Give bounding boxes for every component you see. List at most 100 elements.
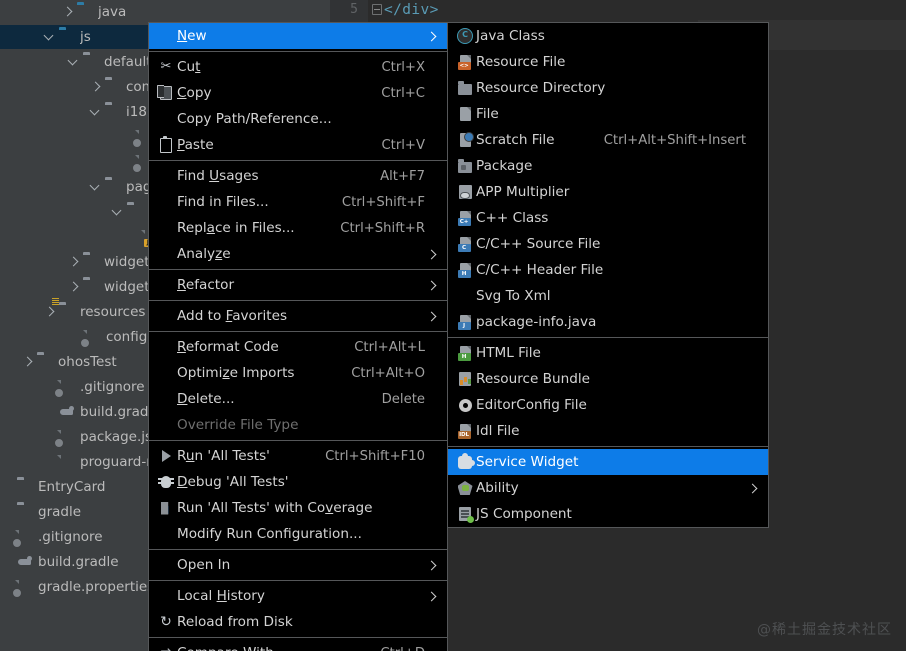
menu-item-label: Find Usages: [177, 168, 366, 184]
paste-icon: [155, 138, 177, 153]
menu-item-shortcut: Ctrl+Alt+Shift+Insert: [604, 133, 746, 148]
menu-item-find-in-files[interactable]: Find in Files...Ctrl+Shift+F: [149, 189, 447, 215]
folder-icon: [77, 4, 93, 20]
menu-item-svg-to-xml[interactable]: Svg To Xml: [448, 283, 768, 309]
menu-item-package-info-java[interactable]: Jpackage-info.java: [448, 309, 768, 335]
menu-item-editorconfig-file[interactable]: EditorConfig File: [448, 392, 768, 418]
tree-no-twisty: [2, 556, 14, 568]
menu-item-label: Optimize Imports: [177, 365, 337, 381]
menu-item-run-all-tests[interactable]: Run 'All Tests'Ctrl+Shift+F10: [149, 443, 447, 469]
menu-item-find-usages[interactable]: Find Usages Alt+F7: [149, 163, 447, 189]
copy-icon: [155, 86, 177, 100]
menu-item-add-to-favorites[interactable]: Add to Favorites: [149, 303, 447, 329]
menu-separator: [149, 549, 447, 550]
tree-row-label: default: [104, 54, 152, 70]
js-component-icon: [454, 507, 476, 521]
menu-item-resource-file[interactable]: <>Resource File: [448, 49, 768, 75]
menu-item-shortcut: Alt+F7: [380, 169, 425, 184]
menu-item-c-c-header-file[interactable]: HC/C++ Header File: [448, 257, 768, 283]
menu-item-label: Reload from Disk: [177, 614, 437, 630]
menu-item-cut[interactable]: ✂CutCtrl+X: [149, 54, 447, 80]
chevron-down-icon[interactable]: [44, 31, 56, 43]
chevron-right-icon: [428, 312, 437, 321]
menu-item-debug-all-tests[interactable]: Debug 'All Tests': [149, 469, 447, 495]
menu-item-service-widget[interactable]: Service Widget: [448, 449, 768, 475]
tree-row[interactable]: java: [0, 0, 330, 24]
run-icon: [155, 450, 177, 462]
menu-item-copy-path-reference[interactable]: Copy Path/Reference...: [149, 106, 447, 132]
menu-item-new[interactable]: New: [149, 23, 447, 49]
chevron-right-icon: [428, 592, 437, 601]
menu-item-replace-in-files[interactable]: Replace in Files...Ctrl+Shift+R: [149, 215, 447, 241]
menu-item-open-in[interactable]: Open In: [149, 552, 447, 578]
menu-item-label: Scratch File: [476, 132, 590, 148]
menu-item-ability[interactable]: Ability: [448, 475, 768, 501]
menu-item-shortcut: Ctrl+D: [380, 646, 425, 651]
chevron-right-icon[interactable]: [62, 6, 74, 18]
menu-item-js-component[interactable]: JS Component: [448, 501, 768, 527]
menu-item-app-multiplier[interactable]: APP Multiplier: [448, 179, 768, 205]
menu-item-paste[interactable]: PasteCtrl+V: [149, 132, 447, 158]
menu-item-file[interactable]: File: [448, 101, 768, 127]
tree-no-twisty: [2, 506, 14, 518]
code-fold-icon[interactable]: [372, 4, 382, 15]
gitignore-file-icon: [59, 379, 75, 395]
menu-item-resource-directory[interactable]: Resource Directory: [448, 75, 768, 101]
tree-no-twisty: [128, 231, 140, 243]
menu-separator: [448, 337, 768, 338]
menu-item-resource-bundle[interactable]: Resource Bundle: [448, 366, 768, 392]
menu-item-label: Cut: [177, 59, 367, 75]
menu-item-compare-with[interactable]: ⇄Compare WithCtrl+D: [149, 640, 447, 651]
chevron-down-icon[interactable]: [68, 56, 80, 68]
c-header-file-icon: H: [454, 263, 476, 277]
json-file-icon: [85, 329, 101, 345]
chevron-right-icon[interactable]: [68, 281, 80, 293]
chevron-down-icon[interactable]: [90, 181, 102, 193]
menu-item-scratch-file[interactable]: Scratch File Ctrl+Alt+Shift+Insert: [448, 127, 768, 153]
menu-item-shortcut: Ctrl+X: [381, 60, 425, 75]
menu-item-c-c-source-file[interactable]: CC/C++ Source File: [448, 231, 768, 257]
menu-item-label: Package: [476, 158, 758, 174]
menu-item-html-file[interactable]: HHTML File: [448, 340, 768, 366]
tree-row-label: build.gradle: [38, 554, 119, 570]
chevron-right-icon: [428, 32, 437, 41]
menu-item-java-class[interactable]: CJava Class: [448, 23, 768, 49]
menu-item-modify-run-configuration[interactable]: Modify Run Configuration...: [149, 521, 447, 547]
menu-item-reformat-code[interactable]: Reformat CodeCtrl+Alt+L: [149, 334, 447, 360]
context-menu[interactable]: New✂CutCtrl+XCopyCtrl+CCopy Path/Referen…: [148, 22, 448, 651]
menu-item-optimize-imports[interactable]: Optimize ImportsCtrl+Alt+O: [149, 360, 447, 386]
chevron-right-icon[interactable]: [22, 356, 34, 368]
gradle-file-icon: [17, 554, 33, 570]
c-source-file-icon: C: [454, 237, 476, 251]
chevron-right-icon[interactable]: [90, 81, 102, 93]
menu-item-shortcut: Ctrl+Shift+F10: [325, 449, 425, 464]
menu-item-run-all-tests-with-coverage[interactable]: Run 'All Tests' with Coverage: [149, 495, 447, 521]
folder-icon: [17, 479, 33, 495]
folder-icon: [127, 204, 143, 220]
menu-item-label: Modify Run Configuration...: [177, 526, 437, 542]
menu-item-label: Local History: [177, 588, 428, 604]
menu-item-idl-file[interactable]: IDLIdl File: [448, 418, 768, 444]
menu-separator: [448, 446, 768, 447]
menu-item-local-history[interactable]: Local History: [149, 583, 447, 609]
menu-item-c-class[interactable]: C+C++ Class: [448, 205, 768, 231]
file-icon: [454, 107, 476, 121]
menu-item-delete[interactable]: Delete...Delete: [149, 386, 447, 412]
chevron-down-icon[interactable]: [90, 106, 102, 118]
menu-item-refactor[interactable]: Refactor: [149, 272, 447, 298]
chevron-right-icon: [428, 281, 437, 290]
menu-item-reload-from-disk[interactable]: ↻Reload from Disk: [149, 609, 447, 635]
watermark: @稀土掘金技术社区: [757, 619, 892, 639]
menu-separator: [149, 637, 447, 638]
menu-item-copy[interactable]: CopyCtrl+C: [149, 80, 447, 106]
menu-item-label: Compare With: [177, 645, 366, 651]
new-submenu[interactable]: CJava Class<>Resource FileResource Direc…: [447, 22, 769, 528]
chevron-right-icon[interactable]: [44, 306, 56, 318]
folder-icon: [83, 279, 99, 295]
menu-item-package[interactable]: Package: [448, 153, 768, 179]
chevron-right-icon[interactable]: [68, 256, 80, 268]
chevron-down-icon[interactable]: [112, 206, 124, 218]
folder-icon: [83, 54, 99, 70]
debug-icon: [155, 476, 177, 488]
menu-item-analyze[interactable]: Analyze: [149, 241, 447, 267]
